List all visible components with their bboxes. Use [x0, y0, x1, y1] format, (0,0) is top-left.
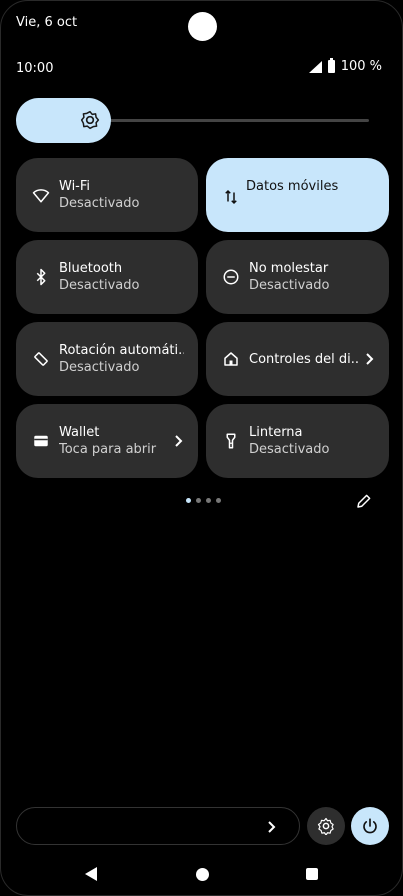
tile-bluetooth-title: Bluetooth: [59, 261, 123, 276]
chevron-right-icon: [175, 435, 183, 447]
mobile-data-icon: [222, 188, 240, 206]
tile-wifi-title: Wi-Fi: [59, 179, 91, 194]
status-icons: 100 %: [308, 58, 382, 74]
settings-button[interactable]: [307, 807, 345, 845]
wallet-icon: [32, 432, 50, 450]
auto-rotate-icon: [32, 350, 50, 368]
bluetooth-icon: [32, 268, 50, 286]
security-footer[interactable]: [16, 807, 300, 845]
tile-flashlight[interactable]: Linterna Desactivado: [206, 404, 389, 478]
tile-wifi-subtitle: Desactivado: [59, 196, 140, 211]
tile-bluetooth-subtitle: Desactivado: [59, 278, 140, 293]
home-icon: [222, 350, 240, 368]
tile-dnd-subtitle: Desactivado: [249, 278, 330, 293]
chevron-right-icon: [268, 821, 276, 833]
signal-icon: [308, 60, 322, 73]
tile-mobile-data-title: Datos móviles: [246, 179, 339, 194]
tile-wallet-title: Wallet: [59, 425, 100, 440]
camera-cutout: [188, 12, 217, 41]
tile-flashlight-title: Linterna: [249, 425, 303, 440]
tile-bluetooth[interactable]: Bluetooth Desactivado: [16, 240, 198, 314]
tile-mobile-data[interactable]: Datos móviles: [206, 158, 389, 232]
tile-device-controls[interactable]: Controles del di..: [206, 322, 389, 396]
power-button[interactable]: [351, 807, 389, 845]
tile-dnd-title: No molestar: [249, 261, 329, 276]
flashlight-icon: [222, 432, 240, 450]
power-icon: [363, 818, 377, 834]
navigation-bar: [1, 859, 402, 889]
page-dot: [206, 498, 211, 503]
page-indicator: [186, 498, 221, 503]
tile-do-not-disturb[interactable]: No molestar Desactivado: [206, 240, 389, 314]
do-not-disturb-icon: [222, 268, 240, 286]
recents-icon[interactable]: [306, 868, 318, 880]
back-icon[interactable]: [85, 867, 97, 881]
brightness-slider[interactable]: [16, 98, 369, 143]
battery-icon: [327, 58, 335, 73]
brightness-track[interactable]: [106, 119, 369, 122]
clock-text: 10:00: [16, 61, 54, 76]
page-dot: [196, 498, 201, 503]
edit-pencil-icon[interactable]: [355, 492, 373, 510]
tile-wifi[interactable]: Wi-Fi Desactivado: [16, 158, 198, 232]
tile-flashlight-subtitle: Desactivado: [249, 442, 330, 457]
brightness-thumb[interactable]: [16, 98, 111, 143]
home-nav-icon[interactable]: [196, 868, 209, 881]
tile-device-controls-title: Controles del di..: [249, 351, 359, 367]
tile-rotation-title: Rotación automáti..: [59, 343, 184, 358]
wifi-icon: [32, 186, 50, 204]
date-text: Vie, 6 oct: [16, 15, 78, 30]
tile-rotation-subtitle: Desactivado: [59, 360, 140, 375]
tile-auto-rotate[interactable]: Rotación automáti.. Desactivado: [16, 322, 198, 396]
battery-percent: 100 %: [340, 59, 382, 74]
page-dot: [216, 498, 221, 503]
chevron-right-icon: [366, 353, 374, 365]
gear-icon: [317, 817, 334, 835]
quick-settings-screen: Vie, 6 oct 10:00 100 % Wi-Fi Desactivado…: [0, 0, 403, 896]
tile-wallet[interactable]: Wallet Toca para abrir: [16, 404, 198, 478]
tile-wallet-subtitle: Toca para abrir: [59, 442, 157, 457]
brightness-icon: [80, 110, 100, 130]
page-dot: [186, 498, 191, 503]
